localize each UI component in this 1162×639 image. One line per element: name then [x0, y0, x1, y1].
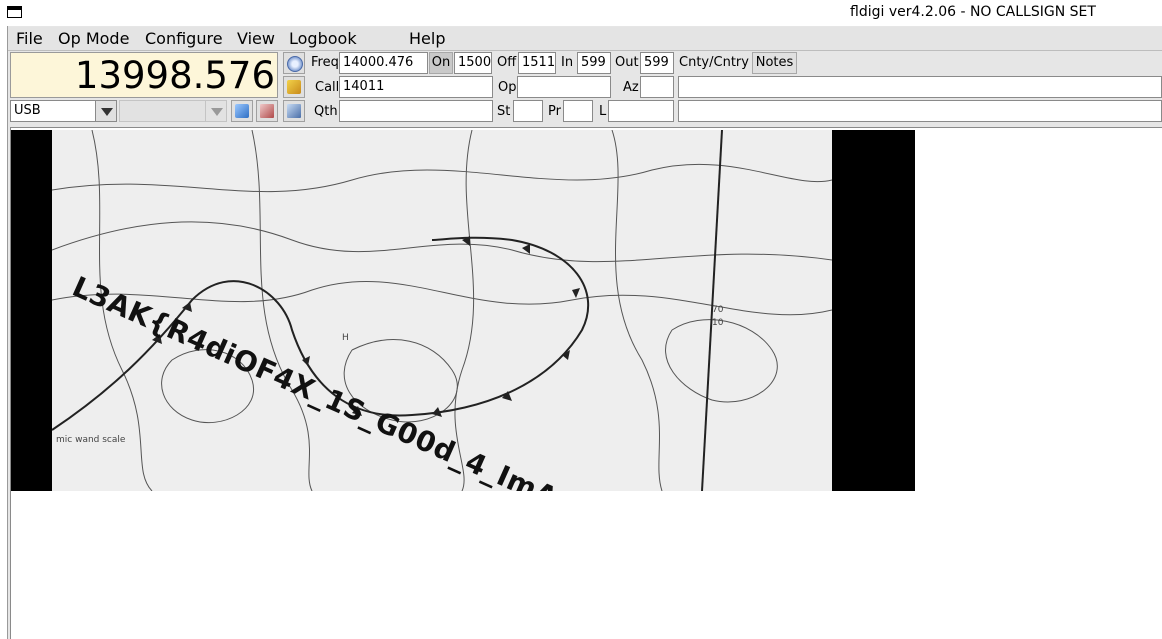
sync-icon [287, 56, 303, 72]
state-label: St [497, 104, 511, 119]
title-bar: fldigi ver4.2.06 - NO CALLSIGN SET [0, 0, 1162, 26]
menu-logbook[interactable]: Logbook [289, 29, 357, 48]
province-label: Pr [548, 104, 561, 119]
bandwidth-select[interactable] [119, 100, 207, 122]
off-label: Off [497, 55, 517, 70]
freq-label: Freq [311, 55, 339, 70]
bandwidth-dropdown-icon[interactable] [205, 100, 227, 122]
received-image-frame: H 70 10 mic wand scale L3AK{R4diOF4X_1S_… [11, 130, 915, 491]
country-field[interactable] [678, 76, 1162, 98]
notes-button[interactable]: Notes [752, 52, 797, 74]
svg-text:mic wand scale: mic wand scale [56, 435, 126, 445]
menu-op-mode[interactable]: Op Mode [58, 29, 129, 48]
save-icon [287, 104, 301, 118]
mode-dropdown-icon[interactable] [95, 100, 117, 122]
off-time-field[interactable]: 1511 [518, 52, 556, 74]
window-icon[interactable] [7, 6, 22, 18]
frequency-display[interactable]: 13998.576 [10, 52, 278, 98]
svg-text:70: 70 [712, 305, 724, 315]
svg-text:10: 10 [712, 318, 724, 328]
locator-label: L [599, 104, 607, 119]
log-icon [260, 104, 274, 118]
menu-help[interactable]: Help [409, 29, 445, 48]
rst-in-field[interactable]: 599 [577, 52, 611, 74]
call-label: Call [315, 80, 340, 95]
refresh-button[interactable] [231, 100, 253, 122]
rst-out-field[interactable]: 599 [640, 52, 674, 74]
menu-file[interactable]: File [16, 29, 43, 48]
save-button[interactable] [283, 100, 305, 122]
in-label: In [561, 55, 574, 70]
window-title: fldigi ver4.2.06 - NO CALLSIGN SET [850, 4, 1096, 20]
menu-bar: File Op Mode Configure View Logbook Help [8, 27, 1162, 51]
sync-button[interactable] [283, 52, 305, 74]
call-field[interactable]: 14011 [339, 76, 493, 98]
freq-field[interactable]: 14000.476 [339, 52, 428, 74]
qth-field[interactable] [339, 100, 493, 122]
on-button[interactable]: On [429, 52, 453, 74]
state-field[interactable] [513, 100, 543, 122]
op-label: Op [498, 80, 517, 95]
province-field[interactable] [563, 100, 593, 122]
broom-icon [287, 80, 301, 94]
svg-text:H: H [342, 333, 349, 343]
az-label: Az [623, 80, 639, 95]
frequency-value: 13998.576 [74, 54, 275, 97]
op-field[interactable] [517, 76, 611, 98]
azimuth-field[interactable] [640, 76, 674, 98]
clear-button[interactable] [283, 76, 305, 98]
mode-select[interactable]: USB [10, 100, 96, 122]
menu-view[interactable]: View [237, 29, 275, 48]
country-label: Cnty/Cntry [678, 52, 750, 74]
menu-configure[interactable]: Configure [145, 29, 223, 48]
locator-field[interactable] [608, 100, 674, 122]
window-border [7, 26, 8, 639]
qth-label: Qth [314, 104, 338, 119]
log-button[interactable] [256, 100, 278, 122]
out-label: Out [615, 55, 639, 70]
on-time-field[interactable]: 1500 [454, 52, 492, 74]
refresh-icon [235, 104, 249, 118]
notes-field[interactable] [678, 100, 1162, 122]
